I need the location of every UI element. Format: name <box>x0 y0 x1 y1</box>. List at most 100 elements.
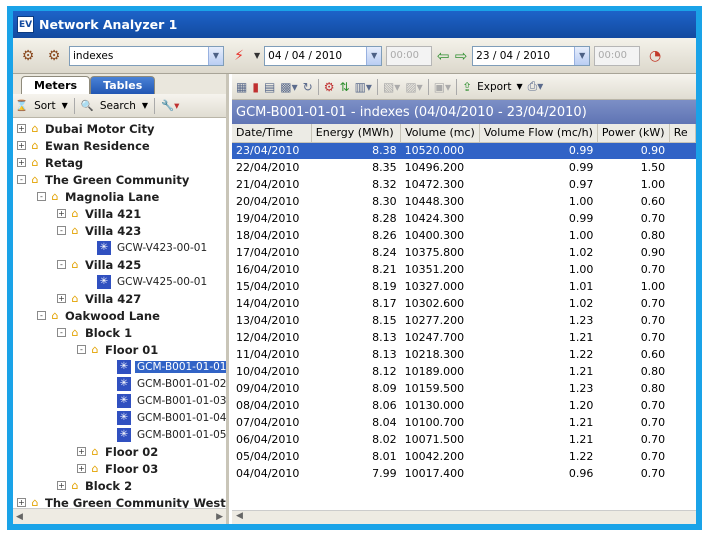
gear-icon[interactable]: ⚙ <box>17 45 39 67</box>
tree-group-item[interactable]: + ⌂ Dubai Motor City <box>17 120 154 137</box>
table-row[interactable]: 19/04/2010 8.28 10424.300 0.99 0.70 <box>232 210 696 227</box>
tree-group-item[interactable]: + ⌂ Floor 02 <box>77 443 158 460</box>
table-row[interactable]: 20/04/2010 8.30 10448.300 1.00 0.60 <box>232 193 696 210</box>
horizontal-scrollbar[interactable]: ◀ ▶ <box>13 508 226 524</box>
table-row[interactable]: 08/04/2010 8.06 10130.000 1.20 0.70 <box>232 397 696 414</box>
tree-meter-item[interactable]: ✳ GCM-B001-01-05 <box>117 426 226 443</box>
tree-group-item[interactable]: - ⌂ Villa 425 <box>57 256 141 273</box>
filter-icon[interactable]: ▧▾ <box>383 80 400 94</box>
tree-meter-item[interactable]: ✳ GCM-B001-01-01 <box>117 358 226 375</box>
collapse-icon[interactable]: - <box>57 328 66 337</box>
meter-icon[interactable]: ⚙ <box>324 80 335 94</box>
tab-meters[interactable]: Meters <box>21 76 91 94</box>
tree-group-item[interactable]: + ⌂ Block 2 <box>57 477 132 494</box>
tree-group-item[interactable]: + ⌂ Villa 427 <box>57 290 141 307</box>
expand-icon[interactable]: + <box>57 481 66 490</box>
table-row[interactable]: 11/04/2010 8.13 10218.300 1.22 0.60 <box>232 346 696 363</box>
expand-icon[interactable]: + <box>57 294 66 303</box>
columns-icon[interactable]: ▥▾ <box>355 80 372 94</box>
layout-icon[interactable]: ▨▾ <box>405 80 422 94</box>
table-row[interactable]: 14/04/2010 8.17 10302.600 1.02 0.70 <box>232 295 696 312</box>
column-header[interactable]: Date/Time <box>232 124 312 143</box>
dropdown-arrow-icon[interactable]: ▼ <box>254 51 260 60</box>
time-from-field[interactable]: 00:00 <box>386 45 433 66</box>
expand-icon[interactable]: + <box>77 447 86 456</box>
table-row[interactable]: 15/04/2010 8.19 10327.000 1.01 1.00 <box>232 278 696 295</box>
sort-arrows-icon[interactable]: ⇅ <box>340 80 350 94</box>
collapse-icon[interactable]: - <box>57 226 66 235</box>
grid-horizontal-scrollbar[interactable]: ◀ <box>232 510 696 524</box>
grid-icon[interactable]: ▦ <box>236 80 247 94</box>
tools-icon[interactable]: 🔧▾ <box>161 99 179 112</box>
tree-group-item[interactable]: - ⌂ Magnolia Lane <box>37 188 159 205</box>
column-header[interactable]: Re <box>669 124 696 143</box>
expand-icon[interactable]: + <box>17 158 26 167</box>
expand-icon[interactable]: + <box>17 124 26 133</box>
meter-select-icon[interactable]: ⚙ <box>43 45 65 67</box>
arrow-right-icon[interactable]: ⇨ <box>454 47 468 65</box>
scroll-left-icon[interactable]: ◀ <box>236 511 243 521</box>
table-row[interactable]: 17/04/2010 8.24 10375.800 1.02 0.90 <box>232 244 696 261</box>
tree-group-item[interactable]: - ⌂ Oakwood Lane <box>37 307 160 324</box>
table-row[interactable]: 10/04/2010 8.12 10189.000 1.21 0.80 <box>232 363 696 380</box>
chevron-down-icon[interactable]: ▼ <box>208 46 223 65</box>
refresh-icon[interactable]: ↻ <box>303 80 313 94</box>
tree-group-item[interactable]: - ⌂ The Green Community <box>17 171 189 188</box>
table-row[interactable]: 04/04/2010 7.99 10017.400 0.96 0.70 <box>232 465 696 482</box>
date-to-dropdown-icon[interactable]: ▼ <box>574 46 590 65</box>
tab-tables[interactable]: Tables <box>90 76 156 94</box>
expand-icon[interactable]: + <box>17 498 26 507</box>
arrow-left-icon[interactable]: ⇦ <box>436 47 450 65</box>
sort-button[interactable]: Sort <box>34 100 56 112</box>
tree-meter-item[interactable]: ✳ GCM-B001-01-02 <box>117 375 226 392</box>
date-to-field[interactable]: 23 / 04 / 2010 ▼ <box>472 45 591 66</box>
printer-icon[interactable]: ⎙▾ <box>528 79 544 94</box>
column-header[interactable]: Volume (mc) <box>400 124 480 143</box>
tree-meter-item[interactable]: ✳ GCM-B001-01-04 <box>117 409 226 426</box>
sort-dropdown-icon[interactable]: ▼ <box>62 101 68 110</box>
export-button[interactable]: Export <box>477 81 511 93</box>
table-row[interactable]: 13/04/2010 8.15 10277.200 1.23 0.70 <box>232 312 696 329</box>
tree-group-item[interactable]: + ⌂ Floor 03 <box>77 460 158 477</box>
export-icon[interactable]: ⇪ <box>462 80 472 94</box>
collapse-icon[interactable]: - <box>37 311 46 320</box>
export-dropdown-icon[interactable]: ▼ <box>517 82 523 91</box>
column-header[interactable]: Energy (MWh) <box>311 124 402 143</box>
date-from-dropdown-icon[interactable]: ▼ <box>366 46 382 65</box>
expand-icon[interactable]: + <box>17 141 26 150</box>
data-type-combo[interactable]: indexes ▼ <box>69 45 224 66</box>
tree-meter-item[interactable]: ✳ GCW-V423-00-01 <box>97 239 209 256</box>
bar-chart-icon[interactable]: ▮ <box>252 80 259 94</box>
tree-group-item[interactable]: + ⌂ Ewan Residence <box>17 137 150 154</box>
tree-group-item[interactable]: + ⌂ Retag <box>17 154 83 171</box>
table-row[interactable]: 07/04/2010 8.04 10100.700 1.21 0.70 <box>232 414 696 431</box>
scroll-left-icon[interactable]: ◀ <box>16 512 23 522</box>
table-icon[interactable]: ▤ <box>264 80 275 94</box>
scroll-right-icon[interactable]: ▶ <box>216 512 223 522</box>
collapse-icon[interactable]: - <box>17 175 26 184</box>
tree-group-item[interactable]: - ⌂ Block 1 <box>57 324 132 341</box>
lightning-icon[interactable]: ⚡ <box>228 45 250 67</box>
expand-icon[interactable]: + <box>57 209 66 218</box>
table-row[interactable]: 16/04/2010 8.21 10351.200 1.00 0.70 <box>232 261 696 278</box>
tree-group-item[interactable]: - ⌂ Floor 01 <box>77 341 158 358</box>
time-to-field[interactable]: 00:00 <box>594 45 641 66</box>
tree-meter-item[interactable]: ✳ GCW-V425-00-01 <box>97 273 209 290</box>
table-row[interactable]: 23/04/2010 8.38 10520.000 0.99 0.90 <box>232 142 696 159</box>
table-row[interactable]: 06/04/2010 8.02 10071.500 1.21 0.70 <box>232 431 696 448</box>
search-button[interactable]: Search <box>100 100 136 112</box>
collapse-icon[interactable]: - <box>57 260 66 269</box>
table-row[interactable]: 21/04/2010 8.32 10472.300 0.97 1.00 <box>232 176 696 193</box>
map-icon[interactable]: ▩▾ <box>280 80 297 94</box>
collapse-icon[interactable]: - <box>37 192 46 201</box>
clock-icon[interactable]: ◔ <box>644 45 666 67</box>
date-from-field[interactable]: 04 / 04 / 2010 ▼ <box>264 45 383 66</box>
table-row[interactable]: 22/04/2010 8.35 10496.200 0.99 1.50 <box>232 159 696 176</box>
search-dropdown-icon[interactable]: ▼ <box>142 101 148 110</box>
expand-icon[interactable]: + <box>77 464 86 473</box>
table-row[interactable]: 18/04/2010 8.26 10400.300 1.00 0.80 <box>232 227 696 244</box>
column-header[interactable]: Volume Flow (mc/h) <box>479 124 598 143</box>
tree-meter-item[interactable]: ✳ GCM-B001-01-03 <box>117 392 226 409</box>
table-row[interactable]: 12/04/2010 8.13 10247.700 1.21 0.70 <box>232 329 696 346</box>
tree-group-item[interactable]: + ⌂ The Green Community West <box>17 494 226 508</box>
